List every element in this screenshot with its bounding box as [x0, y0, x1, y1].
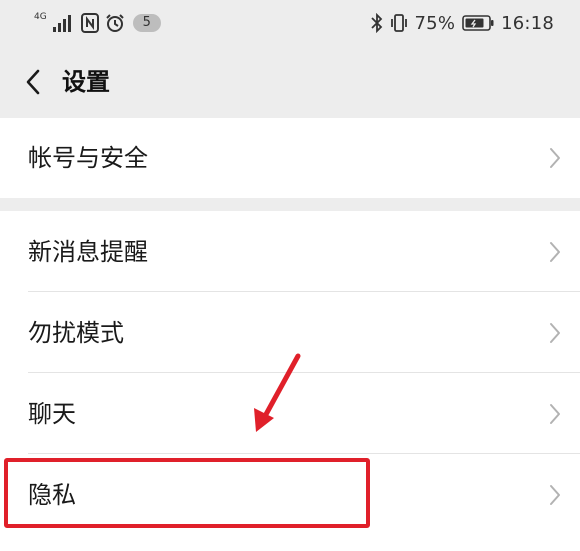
chevron-right-icon [550, 403, 560, 424]
status-bar-left: 4G 5 [34, 10, 161, 36]
chevron-right-icon [550, 322, 560, 343]
settings-group-account: 帐号与安全 [0, 118, 580, 198]
settings-item-label: 勿扰模式 [28, 318, 124, 347]
bluetooth-icon [370, 13, 383, 33]
nfc-icon [80, 13, 99, 33]
page-title: 设置 [62, 68, 110, 96]
settings-item-chat[interactable]: 聊天 [0, 373, 580, 454]
settings-item-label: 隐私 [28, 480, 76, 509]
back-button[interactable] [16, 64, 50, 100]
signal-icon [52, 14, 75, 32]
status-bar-right: 75% 16:18 [370, 10, 554, 36]
network-type: 4G [34, 11, 47, 22]
settings-item-privacy[interactable]: 隐私 [0, 454, 580, 535]
battery-percent: 75% [414, 12, 456, 34]
settings-header: 设置 [0, 46, 580, 118]
settings-item-do-not-disturb[interactable]: 勿扰模式 [0, 292, 580, 373]
vibrate-icon [390, 13, 408, 33]
battery-icon [462, 15, 494, 31]
chevron-left-icon [26, 69, 40, 95]
settings-item-new-message-notifications[interactable]: 新消息提醒 [0, 211, 580, 292]
status-bar: 4G 5 75% 16:18 [0, 0, 580, 46]
settings-item-label: 聊天 [28, 399, 76, 428]
notification-count-badge: 5 [132, 14, 161, 32]
settings-item-label: 新消息提醒 [28, 237, 148, 266]
alarm-icon [105, 13, 125, 33]
chevron-right-icon [550, 484, 560, 505]
chevron-right-icon [550, 148, 560, 168]
settings-item-account-security[interactable]: 帐号与安全 [0, 118, 580, 198]
clock: 16:18 [501, 12, 554, 34]
settings-item-label: 帐号与安全 [28, 144, 148, 172]
settings-group-general: 新消息提醒 勿扰模式 聊天 隐私 [0, 211, 580, 551]
chevron-right-icon [550, 241, 560, 262]
